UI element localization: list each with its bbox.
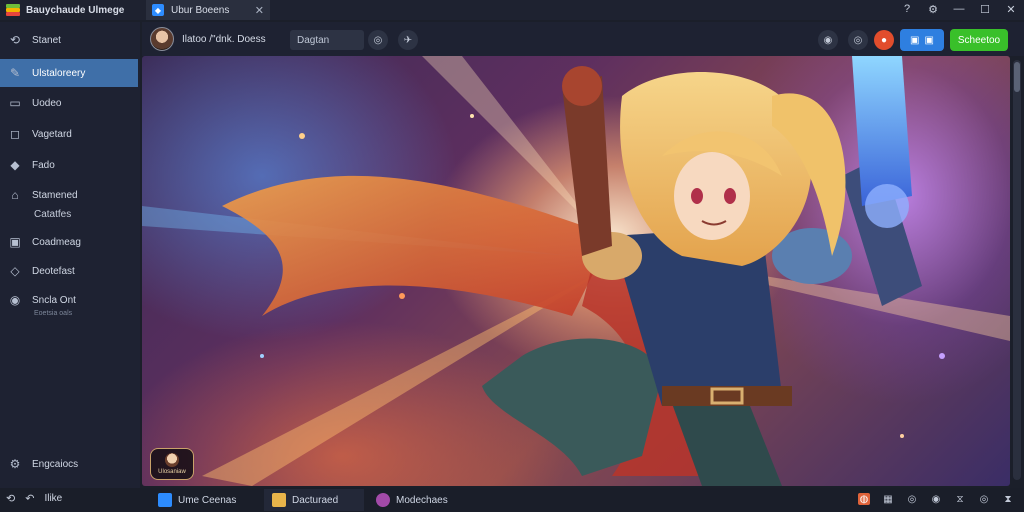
sidebar-item-stamened[interactable]: ⌂ Stamened bbox=[0, 181, 138, 209]
chat-icon: ◻ bbox=[10, 127, 20, 141]
bottom-tab-dacturaed[interactable]: Dacturaed bbox=[264, 489, 364, 511]
sidebar-item-vagetard[interactable]: ◻ Vagetard bbox=[0, 120, 138, 148]
camera-icon[interactable]: ◎ bbox=[848, 30, 868, 50]
sidebar-item-label: Vagetard bbox=[32, 128, 72, 140]
sidebar-item-uodeo[interactable]: ▭ Uodeo bbox=[0, 89, 138, 117]
sidebar-item-label: Stanet bbox=[32, 34, 61, 46]
avatar[interactable] bbox=[150, 27, 174, 51]
toolbar: Ilatoo /"dnk. Doess Dagtan ◎ ✈ ◉ ◎ ● ▣ ▣… bbox=[142, 22, 1024, 56]
settings-icon[interactable]: ⚙ bbox=[926, 1, 940, 17]
shield-icon[interactable]: ◉ bbox=[818, 30, 838, 50]
back-arrow-icon: ⟲ bbox=[9, 33, 21, 47]
gamepad-icon[interactable]: ◎ bbox=[906, 493, 918, 505]
watermark-text: Ulosaniaw bbox=[158, 469, 186, 475]
timer-icon[interactable]: ⧖ bbox=[954, 493, 966, 505]
vertical-scrollbar[interactable] bbox=[1013, 60, 1021, 480]
bottom-tab-label: Dacturaed bbox=[292, 494, 339, 506]
notification-icon[interactable]: ◍ bbox=[858, 493, 870, 505]
close-button[interactable]: ✕ bbox=[1004, 1, 1018, 17]
sidebar-item-label: Sncla Ont bbox=[32, 294, 76, 306]
sidebar-item-label: Uodeo bbox=[32, 97, 62, 109]
wifi-icon: ◆ bbox=[10, 158, 20, 172]
sidebar: ⟲ Stanet ✎ Ulstaloreery ▭ Uodeo ◻ Vageta… bbox=[0, 22, 140, 488]
sidebar-item-label: Ulstaloreery bbox=[32, 67, 86, 79]
primary-action-button[interactable]: Scheetoo bbox=[950, 29, 1008, 51]
statusbar-right: ◍ ▦ ◎ ◉ ⧖ ◎ ⧗ bbox=[858, 493, 1014, 505]
sidebar-item-coadmeag[interactable]: ▣ Coadmeag bbox=[0, 228, 138, 256]
maximize-button[interactable]: ☐ bbox=[978, 1, 992, 17]
tab-app-icon: ◆ bbox=[152, 4, 164, 16]
sidebar-item-ulstaloreery[interactable]: ✎ Ulstaloreery bbox=[0, 59, 138, 87]
sidebar-item-fado[interactable]: ◆ Fado bbox=[0, 151, 138, 179]
monitor-icon: ▭ bbox=[9, 96, 21, 110]
statusbar-left: ⟲ ↶ Ilike bbox=[6, 492, 62, 505]
target-icon[interactable]: ◎ bbox=[368, 30, 388, 50]
app-icon bbox=[272, 493, 286, 507]
help-icon[interactable]: ? bbox=[900, 1, 914, 17]
app-brand: Bauychaude Ulmege bbox=[6, 2, 124, 18]
expand-icon[interactable]: ⧗ bbox=[1002, 493, 1014, 505]
sidebar-item-label: Engcaiocs bbox=[32, 458, 79, 470]
app-title: Bauychaude Ulmege bbox=[26, 4, 125, 16]
search-pill[interactable]: Dagtan bbox=[290, 30, 364, 50]
back-icon[interactable]: ⟲ bbox=[6, 492, 15, 505]
app-icon bbox=[158, 493, 172, 507]
bottom-tab-modechaes[interactable]: Modechaes bbox=[368, 489, 478, 511]
artwork-illustration bbox=[142, 56, 1010, 486]
undo-icon[interactable]: ↶ bbox=[25, 492, 34, 505]
settings-icon: ⚙ bbox=[9, 457, 21, 471]
window-tab-label: Ubur Boeens bbox=[171, 4, 230, 16]
record-icon[interactable]: ● bbox=[874, 30, 894, 50]
folder-icon: ⌂ bbox=[11, 188, 19, 202]
sidebar-item-label: Coadmeag bbox=[32, 236, 81, 248]
screen-icon: ▣ bbox=[910, 34, 920, 46]
app-icon bbox=[376, 493, 390, 507]
volume-icon[interactable]: ◎ bbox=[978, 493, 990, 505]
paint-brush-icon: ✎ bbox=[9, 66, 21, 80]
profile[interactable]: Ilatoo /"dnk. Doess bbox=[150, 27, 266, 51]
window-tab[interactable]: ◆ Ubur Boeens ✕ bbox=[146, 0, 270, 20]
title-bar: Bauychaude Ulmege ◆ Ubur Boeens ✕ ? ⚙ — … bbox=[0, 0, 1024, 20]
tab-close-icon[interactable]: ✕ bbox=[255, 4, 264, 17]
watermark-avatar bbox=[165, 453, 179, 467]
bottom-tab-label: Ume Ceenas bbox=[178, 494, 237, 506]
sidebar-item-deotefast[interactable]: ◇ Deotefast bbox=[0, 257, 138, 285]
status-bar: ⟲ ↶ Ilike Ume Ceenas Dacturaed Modechaes… bbox=[0, 488, 1024, 512]
statusbar-label: Ilike bbox=[44, 493, 63, 504]
tag-icon: ◇ bbox=[10, 264, 20, 278]
scrollbar-thumb[interactable] bbox=[1014, 62, 1020, 92]
sidebar-sub-label: Eoetsia oals bbox=[34, 310, 73, 317]
sidebar-item-engcaiocs[interactable]: ⚙ Engcaiocs bbox=[0, 450, 138, 478]
window-icon: ▣ bbox=[924, 34, 934, 46]
bottom-tab-label: Modechaes bbox=[396, 494, 448, 506]
window-icon: ▣ bbox=[9, 235, 21, 249]
sidebar-sub-label: Catatfes bbox=[34, 209, 72, 220]
app-logo-icon bbox=[6, 4, 20, 16]
sidebar-item-label: Stamened bbox=[32, 189, 78, 201]
profile-label: Ilatoo /"dnk. Doess bbox=[182, 33, 266, 45]
keyboard-icon[interactable]: ▦ bbox=[882, 493, 894, 505]
bottom-tab-ume-ceenas[interactable]: Ume Ceenas bbox=[150, 489, 260, 511]
window-controls: ? ⚙ — ☐ ✕ bbox=[900, 1, 1018, 17]
sidebar-item-label: Deotefast bbox=[32, 265, 75, 277]
screen-toggle-button[interactable]: ▣ ▣ bbox=[900, 29, 944, 51]
minimize-button[interactable]: — bbox=[952, 1, 966, 17]
send-icon[interactable]: ✈ bbox=[398, 30, 418, 50]
sidebar-item-label: Fado bbox=[32, 159, 55, 171]
globe-icon: ◉ bbox=[9, 293, 21, 307]
artwork-canvas: Ulosaniaw bbox=[142, 56, 1010, 486]
location-icon[interactable]: ◉ bbox=[930, 493, 942, 505]
watermark-badge: Ulosaniaw bbox=[150, 448, 194, 480]
sidebar-item-stanet[interactable]: ⟲ Stanet bbox=[0, 26, 138, 54]
